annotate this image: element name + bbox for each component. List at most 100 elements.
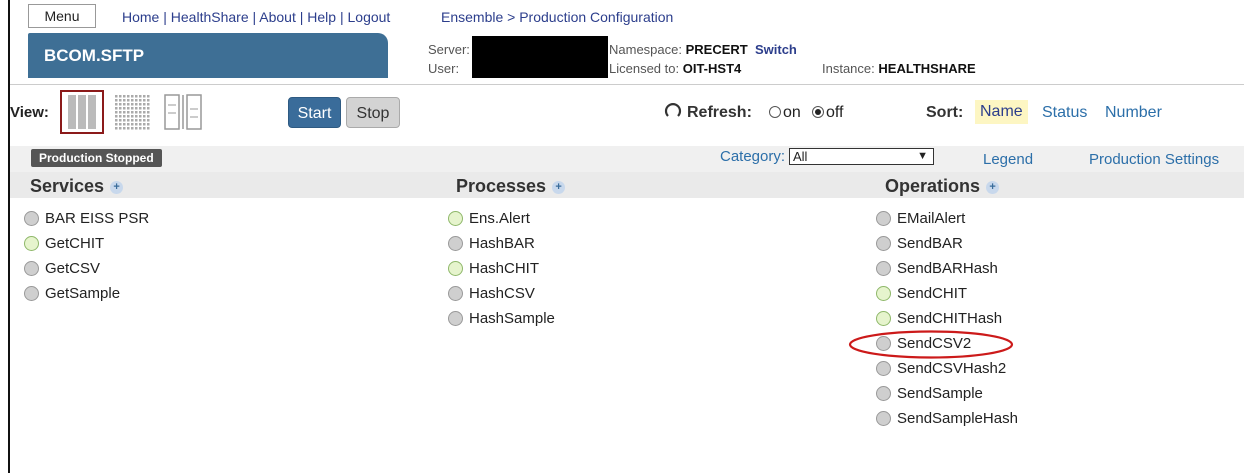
service-item-label: GetCHIT xyxy=(45,235,105,252)
operation-item[interactable]: SendBARHash xyxy=(876,256,1018,281)
namespace-value: PRECERT xyxy=(685,42,748,57)
operation-item-label: SendSample xyxy=(897,385,983,402)
status-dot-icon xyxy=(24,211,39,226)
legend-link[interactable]: Legend xyxy=(983,151,1033,168)
status-badge: Production Stopped xyxy=(31,149,162,167)
status-dot-icon xyxy=(24,286,39,301)
user-label: User: xyxy=(428,61,460,76)
status-dot-icon xyxy=(24,236,39,251)
redaction-block xyxy=(472,36,608,78)
status-bar xyxy=(10,146,1244,172)
status-dot-icon xyxy=(448,311,463,326)
operation-item[interactable]: SendCHIT xyxy=(876,281,1018,306)
status-dot-icon xyxy=(876,311,891,326)
operation-item[interactable]: SendBAR xyxy=(876,231,1018,256)
process-item-label: HashCSV xyxy=(469,285,535,302)
operation-item-label: SendSampleHash xyxy=(897,410,1018,427)
breadcrumb[interactable]: Ensemble > Production Configuration xyxy=(441,9,673,25)
process-item-label: Ens.Alert xyxy=(469,210,530,227)
refresh-icon[interactable] xyxy=(663,101,683,126)
sort-status-link[interactable]: Status xyxy=(1042,104,1087,122)
view-columns-icon[interactable] xyxy=(60,90,104,134)
category-select[interactable]: All ▼ xyxy=(789,148,934,165)
process-item[interactable]: HashCHIT xyxy=(448,256,555,281)
operation-item-label: SendCHIT xyxy=(897,285,968,302)
service-item-label: GetCSV xyxy=(45,260,101,277)
service-item-label: GetSample xyxy=(45,285,121,302)
operation-item-label: SendCHITHash xyxy=(897,310,1003,327)
production-title: BCOM.SFTP xyxy=(28,33,388,78)
status-dot-icon xyxy=(448,236,463,251)
operation-item[interactable]: SendSampleHash xyxy=(876,406,1018,431)
logout-link[interactable]: Logout xyxy=(348,9,391,25)
healthshare-link[interactable]: HealthShare xyxy=(171,9,249,25)
refresh-on-radio[interactable]: on xyxy=(769,104,801,122)
view-grid-icon[interactable] xyxy=(112,92,152,132)
status-dot-icon xyxy=(876,411,891,426)
sort-number-link[interactable]: Number xyxy=(1105,104,1162,122)
process-item[interactable]: HashBAR xyxy=(448,231,555,256)
menu-button[interactable]: Menu xyxy=(28,4,96,28)
view-label: View: xyxy=(10,104,49,121)
service-item[interactable]: GetSample xyxy=(24,281,149,306)
processes-header: Processes + xyxy=(456,176,566,197)
status-dot-icon xyxy=(876,361,891,376)
add-process-icon[interactable]: + xyxy=(552,181,566,194)
process-item[interactable]: HashCSV xyxy=(448,281,555,306)
operation-item-label: SendBAR xyxy=(897,235,963,252)
service-item[interactable]: GetCHIT xyxy=(24,231,149,256)
process-item[interactable]: Ens.Alert xyxy=(448,206,555,231)
view-split-icon[interactable] xyxy=(162,93,204,131)
status-dot-icon xyxy=(876,261,891,276)
switch-link[interactable]: Switch xyxy=(755,42,797,57)
column-header-band xyxy=(10,172,1244,198)
operation-item[interactable]: SendCHITHash xyxy=(876,306,1018,331)
start-button[interactable]: Start xyxy=(288,97,341,128)
instance-value: HEALTHSHARE xyxy=(878,61,976,76)
process-item[interactable]: HashSample xyxy=(448,306,555,331)
help-link[interactable]: Help xyxy=(307,9,336,25)
licensed-info: Licensed to: OIT-HST4 xyxy=(609,61,742,76)
sort-name-link[interactable]: Name xyxy=(975,100,1028,124)
process-item-label: HashCHIT xyxy=(469,260,540,277)
operations-list: EMailAlert SendBAR SendBARHash SendCHIT Send… xyxy=(876,206,1018,431)
process-item-label: HashBAR xyxy=(469,235,535,252)
sort-label: Sort: xyxy=(926,104,964,121)
stop-button[interactable]: Stop xyxy=(346,97,400,128)
licensed-value: OIT-HST4 xyxy=(682,61,742,76)
category-label: Category: xyxy=(720,148,786,165)
about-link[interactable]: About xyxy=(259,9,296,25)
status-dot-icon xyxy=(876,386,891,401)
production-settings-link[interactable]: Production Settings xyxy=(1089,151,1219,168)
radio-selected-icon xyxy=(812,106,824,118)
operation-item-label: SendBARHash xyxy=(897,260,998,277)
operation-item-label: EMailAlert xyxy=(897,210,966,227)
server-label: Server: xyxy=(428,42,470,57)
operation-item[interactable]: SendSample xyxy=(876,381,1018,406)
add-service-icon[interactable]: + xyxy=(110,181,124,194)
process-item-label: HashSample xyxy=(469,310,555,327)
status-dot-icon xyxy=(24,261,39,276)
service-item[interactable]: BAR EISS PSR xyxy=(24,206,149,231)
add-operation-icon[interactable]: + xyxy=(986,181,1000,194)
status-dot-icon xyxy=(876,236,891,251)
status-dot-icon xyxy=(448,211,463,226)
home-link[interactable]: Home xyxy=(122,9,159,25)
service-item[interactable]: GetCSV xyxy=(24,256,149,281)
refresh-label: Refresh: xyxy=(687,104,752,121)
namespace-info: Namespace: PRECERT Switch xyxy=(609,42,797,57)
operation-item-label: SendCSVHash2 xyxy=(897,360,1007,377)
processes-list: Ens.Alert HashBAR HashCHIT HashCSV HashSampl… xyxy=(448,206,555,331)
operations-header: Operations + xyxy=(885,176,1000,197)
services-header: Services + xyxy=(30,176,124,197)
status-dot-icon xyxy=(448,286,463,301)
status-dot-icon xyxy=(876,211,891,226)
radio-icon xyxy=(769,106,781,118)
chevron-down-icon: ▼ xyxy=(917,150,928,162)
service-item-label: BAR EISS PSR xyxy=(45,210,150,227)
status-dot-icon xyxy=(448,261,463,276)
instance-info: Instance: HEALTHSHARE xyxy=(822,61,976,76)
operation-item[interactable]: EMailAlert xyxy=(876,206,1018,231)
divider xyxy=(10,84,1244,85)
refresh-off-radio[interactable]: off xyxy=(812,104,844,122)
